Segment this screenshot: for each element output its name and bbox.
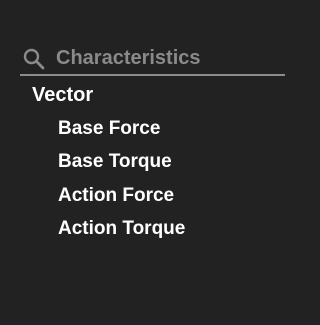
search-icon (22, 47, 46, 71)
characteristics-panel: Vector Base Force Base Torque Action For… (0, 0, 311, 325)
tree-item-base-force[interactable]: Base Force (58, 116, 160, 142)
search-input[interactable] (56, 44, 281, 72)
tree-item-base-torque[interactable]: Base Torque (58, 149, 172, 175)
tree-item-action-force[interactable]: Action Force (58, 183, 174, 209)
search-box (20, 40, 285, 76)
tree-group-vector[interactable]: Vector (32, 82, 93, 108)
tree-item-action-torque[interactable]: Action Torque (58, 216, 185, 242)
